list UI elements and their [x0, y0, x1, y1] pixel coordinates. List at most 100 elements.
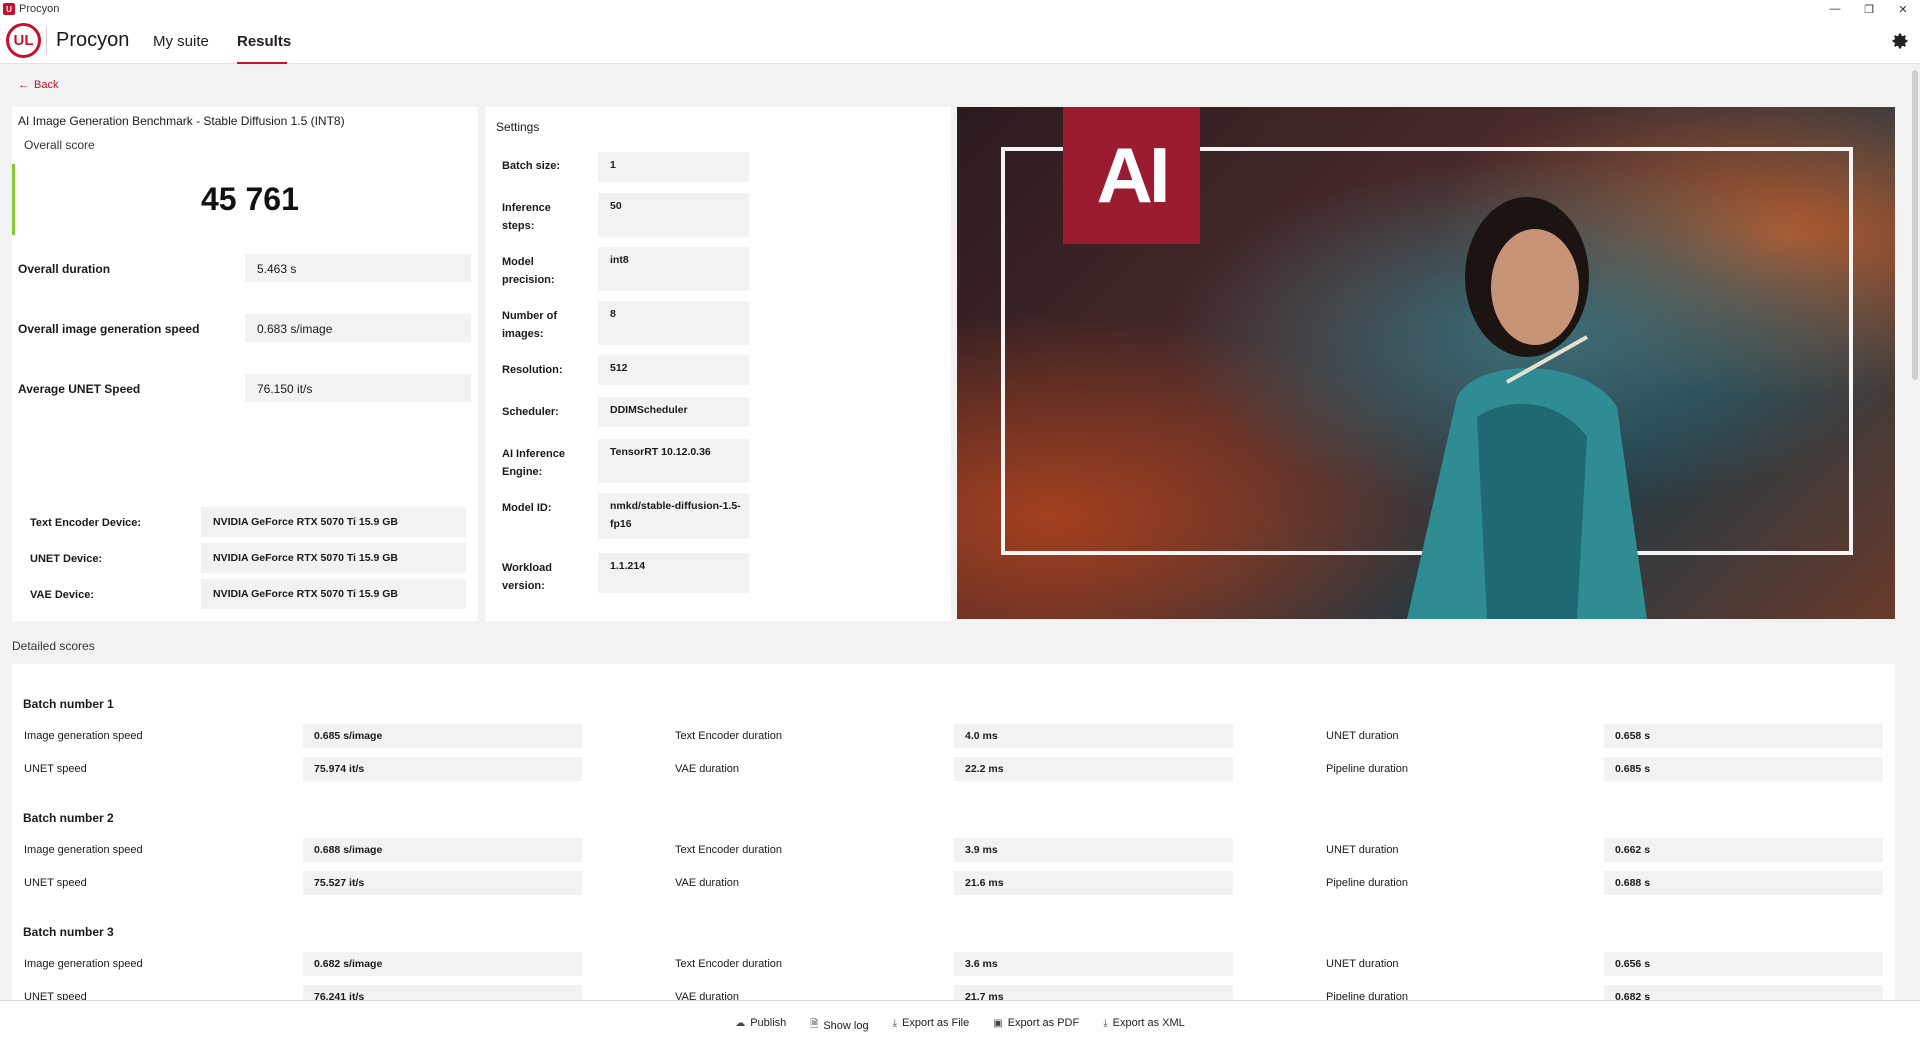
detail-label: VAE duration [675, 763, 740, 775]
device-label: Text Encoder Device: [30, 517, 142, 529]
show-log-label: Show log [823, 1019, 869, 1032]
detail-value: 75.527 it/s [303, 871, 582, 895]
detail-label: Pipeline duration [1326, 763, 1408, 775]
export-xml-label: Export as XML [1112, 1017, 1185, 1029]
show-log-button[interactable]: 🗎 Show log [810, 1017, 868, 1034]
setting-label: AI Inference Engine: [502, 448, 565, 478]
download-icon: ⤓ [1103, 1017, 1108, 1029]
metric-value: 76.150 it/s [245, 374, 471, 402]
detail-value: 76.241 it/s [303, 985, 582, 1000]
detail-label: Pipeline duration [1326, 991, 1408, 1000]
save-icon: ▣ [993, 1017, 1003, 1029]
ul-logo: UL [6, 23, 41, 58]
detail-label: UNET duration [1326, 844, 1399, 856]
detail-label: UNET duration [1326, 958, 1399, 970]
metric-label: Average UNET Speed [18, 382, 141, 396]
overall-score-label: Overall score [24, 138, 95, 152]
close-button[interactable]: ✕ [1886, 0, 1920, 18]
detail-value: 0.682 s [1604, 985, 1883, 1000]
export-file-button[interactable]: ⤓ Export as File [893, 1017, 970, 1029]
detail-value: 22.2 ms [954, 757, 1233, 781]
detail-value: 3.6 ms [954, 952, 1233, 976]
setting-value: 512 [598, 355, 749, 385]
batch-title: Batch number 2 [23, 811, 114, 825]
arrow-left-icon: ← [18, 79, 29, 91]
setting-label: Model precision: [502, 256, 555, 286]
detail-value: 0.685 s/image [303, 724, 582, 748]
settings-card: Settings Batch size: 1 Inference steps: … [485, 107, 951, 621]
setting-label: Scheduler: [502, 406, 559, 418]
score-indicator-bar [12, 164, 15, 235]
export-file-label: Export as File [902, 1017, 970, 1029]
export-pdf-label: Export as PDF [1007, 1017, 1080, 1029]
device-label: VAE Device: [30, 589, 94, 601]
window-titlebar: U Procyon — ❐ ✕ [0, 0, 1920, 18]
detail-value: 0.658 s [1604, 724, 1883, 748]
person-illustration [1407, 197, 1647, 619]
gear-icon[interactable] [1890, 31, 1910, 51]
brand-name: Procyon [56, 29, 130, 51]
overall-score-value: 45 761 [201, 181, 299, 217]
overall-score-card: AI Image Generation Benchmark - Stable D… [12, 107, 478, 621]
maximize-button[interactable]: ❐ [1852, 0, 1886, 18]
setting-label: Model ID: [502, 502, 552, 514]
detail-value: 3.9 ms [954, 838, 1233, 862]
setting-value: 50 [598, 193, 749, 237]
setting-value: DDIMScheduler [598, 397, 749, 427]
app-icon: U [3, 3, 15, 15]
detail-value: 21.6 ms [954, 871, 1233, 895]
device-label: UNET Device: [30, 553, 103, 565]
detail-label: UNET speed [24, 877, 87, 889]
detail-label: Image generation speed [24, 730, 143, 742]
metric-label: Overall duration [18, 262, 111, 276]
detail-label: Text Encoder duration [675, 844, 783, 856]
back-link[interactable]: ← Back [18, 79, 58, 91]
settings-title: Settings [496, 120, 540, 134]
setting-value: 8 [598, 301, 749, 345]
detail-value: 4.0 ms [954, 724, 1233, 748]
benchmark-hero-image: AI [957, 107, 1895, 619]
device-value: NVIDIA GeForce RTX 5070 Ti 15.9 GB [201, 543, 466, 573]
window-controls: — ❐ ✕ [1818, 0, 1920, 18]
detail-value: 0.688 s [1604, 871, 1883, 895]
detail-label: Image generation speed [24, 958, 143, 970]
scrollbar-thumb[interactable] [1912, 70, 1918, 380]
detail-value: 21.7 ms [954, 985, 1233, 1000]
benchmark-title: AI Image Generation Benchmark - Stable D… [18, 114, 345, 128]
device-value: NVIDIA GeForce RTX 5070 Ti 15.9 GB [201, 579, 466, 609]
ai-logo-text: AI [1096, 131, 1171, 219]
back-label: Back [34, 79, 59, 91]
detail-label: Text Encoder duration [675, 958, 783, 970]
cloud-upload-icon: ☁ [735, 1017, 746, 1029]
batch-title: Batch number 3 [23, 925, 114, 939]
detail-label: Pipeline duration [1326, 877, 1408, 889]
detail-label: VAE duration [675, 877, 740, 889]
detail-value: 75.974 it/s [303, 757, 582, 781]
detail-value: 0.682 s/image [303, 952, 582, 976]
nav-active-indicator [237, 62, 287, 64]
setting-value: 1 [598, 152, 749, 182]
publish-button[interactable]: ☁ Publish [735, 1017, 786, 1029]
batch-title: Batch number 1 [23, 697, 114, 711]
detail-value: 0.656 s [1604, 952, 1883, 976]
setting-value: int8 [598, 247, 749, 291]
setting-label: Resolution: [502, 364, 563, 376]
nav-my-suite[interactable]: My suite [153, 33, 209, 50]
setting-value: nmkd/stable-diffusion-1.5-fp16 [598, 493, 749, 539]
minimize-button[interactable]: — [1818, 0, 1852, 18]
detail-label: UNET speed [24, 991, 87, 1000]
export-xml-button[interactable]: ⤓ Export as XML [1103, 1017, 1185, 1029]
ai-logo: AI [1063, 107, 1200, 244]
detailed-scores-label: Detailed scores [12, 639, 95, 653]
publish-label: Publish [750, 1017, 787, 1029]
device-value: NVIDIA GeForce RTX 5070 Ti 15.9 GB [201, 507, 466, 537]
export-pdf-button[interactable]: ▣ Export as PDF [993, 1017, 1079, 1029]
nav-results[interactable]: Results [237, 33, 291, 50]
logo-divider [46, 27, 47, 55]
detail-label: UNET speed [24, 763, 87, 775]
detail-label: UNET duration [1326, 730, 1399, 742]
setting-label: Inference steps: [502, 202, 551, 232]
detail-label: Image generation speed [24, 844, 143, 856]
setting-label: Workload version: [502, 562, 552, 592]
footer-toolbar: ☁ Publish 🗎 Show log ⤓ Export as File ▣ … [0, 1000, 1920, 1044]
